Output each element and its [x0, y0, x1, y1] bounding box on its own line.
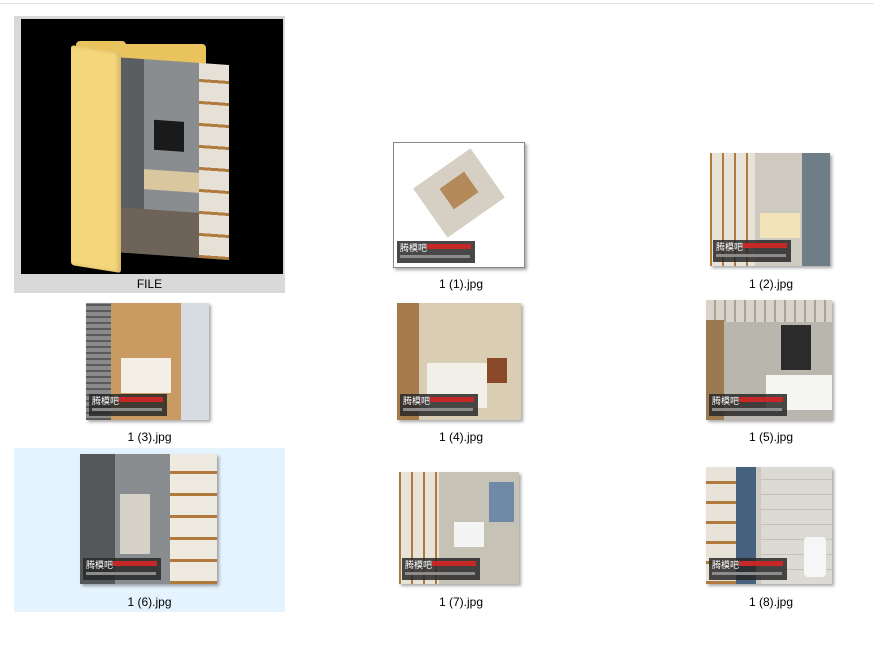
image-thumbnail: 腾模吧 [86, 303, 209, 420]
file-name: 1 (6).jpg [127, 595, 172, 609]
file-item[interactable]: 腾模吧 1 (5).jpg [640, 293, 874, 448]
watermark: 腾模吧 [713, 240, 791, 262]
file-name: 1 (1).jpg [438, 277, 484, 291]
file-name: 1 (2).jpg [748, 277, 794, 291]
watermark: 腾模吧 [89, 394, 167, 416]
file-item[interactable]: 腾模吧 1 (8).jpg [640, 448, 874, 612]
file-name: 1 (8).jpg [748, 595, 794, 609]
image-thumbnail: 腾模吧 [80, 454, 217, 584]
image-thumbnail: 腾模吧 [393, 142, 525, 268]
file-item[interactable]: 腾模吧 1 (6).jpg [14, 448, 285, 612]
watermark: 腾模吧 [709, 394, 787, 416]
file-name: 1 (7).jpg [438, 595, 484, 609]
file-name: 1 (4).jpg [438, 430, 484, 444]
file-name: 1 (5).jpg [748, 430, 794, 444]
folder-preview-image [114, 56, 229, 261]
toolbar-divider [0, 3, 874, 4]
file-item[interactable]: 腾模吧 1 (1).jpg [330, 130, 592, 295]
file-item[interactable]: 腾模吧 1 (7).jpg [330, 448, 592, 612]
image-thumbnail: 腾模吧 [706, 467, 832, 584]
watermark: 腾模吧 [400, 394, 478, 416]
file-item[interactable]: 腾模吧 1 (2).jpg [640, 130, 874, 295]
file-item[interactable]: 腾模吧 1 (4).jpg [330, 293, 592, 448]
folder-item-file[interactable]: FILE [14, 16, 285, 293]
watermark: 腾模吧 [397, 241, 475, 263]
image-thumbnail: 腾模吧 [706, 300, 832, 420]
watermark: 腾模吧 [709, 558, 787, 580]
folder-front-flap [71, 45, 121, 273]
watermark: 腾模吧 [402, 558, 480, 580]
file-item[interactable]: 腾模吧 1 (3).jpg [14, 293, 285, 448]
watermark: 腾模吧 [83, 558, 161, 580]
folder-thumbnail [21, 19, 283, 274]
folder-name: FILE [136, 277, 163, 291]
image-thumbnail: 腾模吧 [397, 303, 521, 420]
image-thumbnail: 腾模吧 [710, 153, 830, 266]
image-thumbnail: 腾模吧 [399, 472, 519, 584]
file-name: 1 (3).jpg [127, 430, 172, 444]
